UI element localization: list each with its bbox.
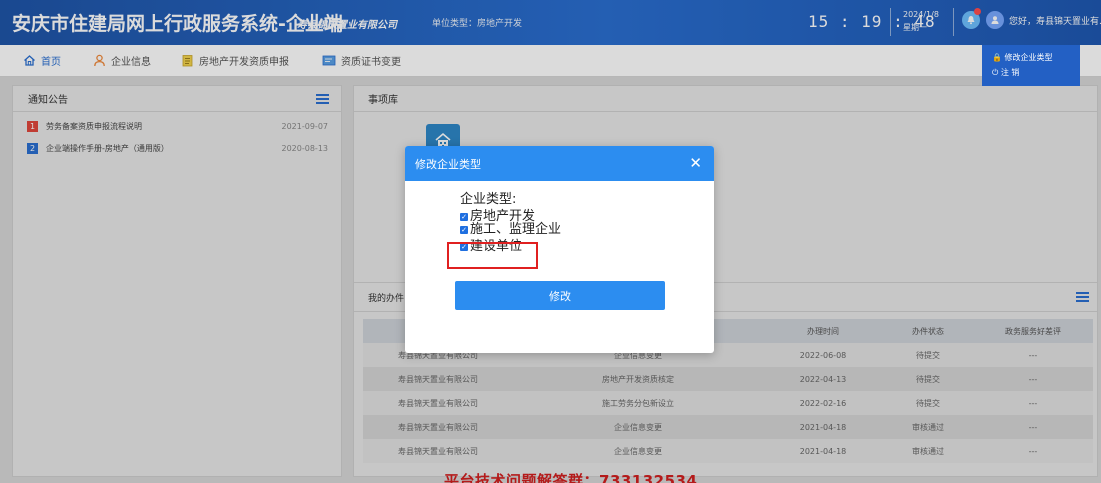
enterprise-type-label: 企业类型: (460, 192, 517, 207)
power-icon: ⏻ (992, 68, 999, 77)
close-icon[interactable]: ✕ (689, 156, 702, 171)
menu-modify-type[interactable]: 🔒 修改企业类型 (992, 50, 1070, 65)
menu-logout[interactable]: ⏻ 注 销 (992, 65, 1070, 80)
checkbox-checked-icon[interactable]: ✓ (460, 226, 468, 234)
checkbox-checked-icon[interactable]: ✓ (460, 213, 468, 221)
checkbox-construction[interactable]: ✓ 施工、监理企业 (460, 222, 561, 238)
user-dropdown-menu: 🔒 修改企业类型 ⏻ 注 销 (982, 45, 1080, 86)
dialog-header: 修改企业类型 ✕ (405, 146, 714, 181)
submit-button[interactable]: 修改 (455, 281, 665, 310)
checkbox-label: 施工、监理企业 (470, 222, 562, 237)
menu-logout-label: 注 销 (1000, 68, 1020, 77)
menu-modify-type-label: 修改企业类型 (1004, 53, 1053, 62)
highlight-box (447, 242, 538, 269)
dialog-title: 修改企业类型 (415, 157, 481, 171)
lock-icon: 🔒 (992, 53, 1002, 62)
